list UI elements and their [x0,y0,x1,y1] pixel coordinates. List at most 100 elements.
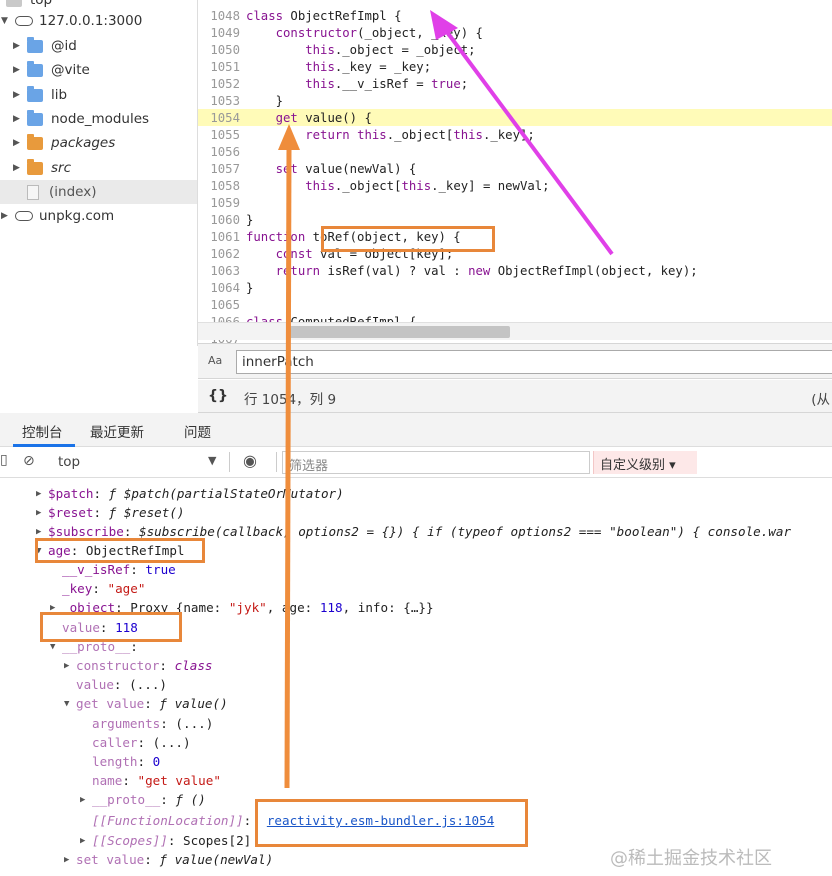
console-row-get-value[interactable]: ▼ get value: ƒ value() [64,694,228,713]
code-editor[interactable]: 1048 class ObjectRefImpl {1049 constructo… [198,0,832,343]
search-input[interactable]: innerPatch [236,350,832,374]
expand-arrow-icon[interactable]: ▶ [80,795,90,805]
tree-item-node-modules[interactable]: ▶ node_modules [12,107,149,131]
line-number[interactable]: 1054 [198,111,246,125]
expand-arrow-icon[interactable]: ▶ [50,603,60,613]
code-line[interactable]: 1048 class ObjectRefImpl { [198,7,832,24]
line-number[interactable]: 1062 [198,247,246,261]
code-line[interactable]: 1053 } [198,92,832,109]
code-line[interactable]: 1062 const val = object[key]; [198,245,832,262]
code-line[interactable]: 1057 set value(newVal) { [198,160,832,177]
line-number[interactable]: 1052 [198,77,246,91]
tree-item-index[interactable]: (index) [0,180,197,204]
line-number[interactable]: 1063 [198,264,246,278]
line-number[interactable]: 1050 [198,43,246,57]
code-text: this._key = _key; [305,59,432,74]
log-levels-dropdown[interactable]: 自定义级别 ▾ [593,451,697,474]
code-line[interactable]: 1060} [198,211,832,228]
tree-item-packages[interactable]: ▶ packages [12,131,115,155]
console-row-length: length: 0 [92,754,161,769]
code-line[interactable]: 1065 [198,296,832,313]
code-line[interactable]: 1061 function toRef(object, key) { [198,228,832,245]
code-line[interactable]: 1059 [198,194,832,211]
tree-item-host-unpkg[interactable]: ▶ unpkg.com [0,204,114,228]
filter-input[interactable]: 筛选器 [282,451,590,474]
line-number[interactable]: 1064 [198,281,246,295]
pretty-print-icon[interactable]: {} [208,388,228,404]
expand-arrow-icon[interactable]: ▶ [36,489,46,499]
line-number[interactable]: 1056 [198,145,246,159]
code-line[interactable]: 1051 this._key = _key; [198,58,832,75]
console-row-constructor[interactable]: ▶ constructor: class [64,656,213,675]
chevron-down-icon[interactable]: ▼ [208,454,216,467]
tree-item-id[interactable]: ▶ @id [12,34,77,58]
sidebar-toggle-icon[interactable]: ▯ [0,452,8,468]
triangle-right-icon[interactable]: ▶ [12,138,21,148]
console-row-caller[interactable]: caller: (...) [92,733,191,752]
cloud-icon [15,211,33,221]
code-line[interactable]: 1050 this._object = _object; [198,41,832,58]
expand-arrow-icon[interactable]: ▶ [80,836,90,846]
triangle-right-icon[interactable]: ▶ [12,41,21,51]
code-text: } [246,212,254,227]
triangle-down-icon[interactable]: ▼ [0,16,9,26]
triangle-right-icon[interactable]: ▶ [0,211,9,221]
horizontal-scrollbar[interactable] [198,322,832,340]
line-number[interactable]: 1051 [198,60,246,74]
triangle-right-icon[interactable]: ▶ [12,114,21,124]
line-number[interactable]: 1058 [198,179,246,193]
file-icon [27,184,39,200]
tree-item-vite[interactable]: ▶ @vite [12,58,90,82]
expand-arrow-icon[interactable]: ▶ [64,855,74,865]
tree-item-lib[interactable]: ▶ lib [12,83,67,107]
line-number[interactable]: 1057 [198,162,246,176]
tab-console[interactable]: 控制台 [22,421,63,441]
line-number[interactable]: 1059 [198,196,246,210]
tree-item-src[interactable]: ▶ src [12,156,71,180]
annotation-box-location [255,799,528,847]
console-row-value-getter[interactable]: value: (...) [76,675,167,694]
console-row-set-value[interactable]: ▶ set value: ƒ value(newVal) [64,850,273,869]
context-selector[interactable]: top [58,454,80,470]
line-number[interactable]: 1049 [198,26,246,40]
expand-arrow-down-icon[interactable]: ▼ [64,699,74,709]
triangle-right-icon[interactable]: ▶ [12,90,21,100]
tree-label: packages [51,135,116,151]
console-row-arguments[interactable]: arguments: (...) [92,714,213,733]
line-number[interactable]: 1065 [198,298,246,312]
code-line[interactable]: 1063 return isRef(val) ? val : new Objec… [198,262,832,279]
expand-arrow-icon[interactable]: ▶ [36,527,46,537]
code-line[interactable]: 1055 return this._object[this._key]; [198,126,832,143]
console-row-patch[interactable]: ▶ $patch: ƒ $patch(partialStateOrMutator) [36,484,344,503]
expand-arrow-down-icon[interactable]: ▼ [50,642,60,652]
line-number[interactable]: 1048 [198,9,246,23]
console-row-scopes[interactable]: ▶ [[Scopes]]: Scopes[2] [80,831,251,850]
code-line[interactable]: 1058 this._object[this._key] = newVal; [198,177,832,194]
tree-item-host-local[interactable]: ▼ 127.0.0.1:3000 [0,9,142,33]
code-line[interactable]: 1054 get value() { [198,109,832,126]
triangle-right-icon[interactable]: ▶ [12,163,21,173]
editor-status-bar: {} 行 1054，列 9 (从 [198,380,832,413]
scrollbar-thumb[interactable] [286,326,510,338]
annotation-box-age [35,538,205,563]
frame-icon [6,0,22,7]
line-number[interactable]: 1053 [198,94,246,108]
expand-arrow-icon[interactable]: ▶ [36,508,46,518]
eye-icon[interactable]: ◉ [243,451,257,470]
line-number[interactable]: 1055 [198,128,246,142]
expand-arrow-icon[interactable]: ▶ [64,661,74,671]
clear-console-icon[interactable]: ⊘ [23,453,35,469]
line-number[interactable]: 1061 [198,230,246,244]
code-line[interactable]: 1064} [198,279,832,296]
tab-issues[interactable]: 问题 [184,421,211,441]
triangle-right-icon[interactable]: ▶ [12,65,21,75]
match-case-icon[interactable]: Aa [208,354,222,367]
code-line[interactable]: 1052 this.__v_isRef = true; [198,75,832,92]
code-line[interactable]: 1056 [198,143,832,160]
tab-recent-updates[interactable]: 最近更新 [90,421,144,441]
cursor-position: 行 1054，列 9 [244,392,337,408]
console-row-reset[interactable]: ▶ $reset: ƒ $reset() [36,503,185,522]
console-row-proto-fn[interactable]: ▶ __proto__: ƒ () [80,790,206,809]
line-number[interactable]: 1060 [198,213,246,227]
code-line[interactable]: 1049 constructor(_object, _key) { [198,24,832,41]
